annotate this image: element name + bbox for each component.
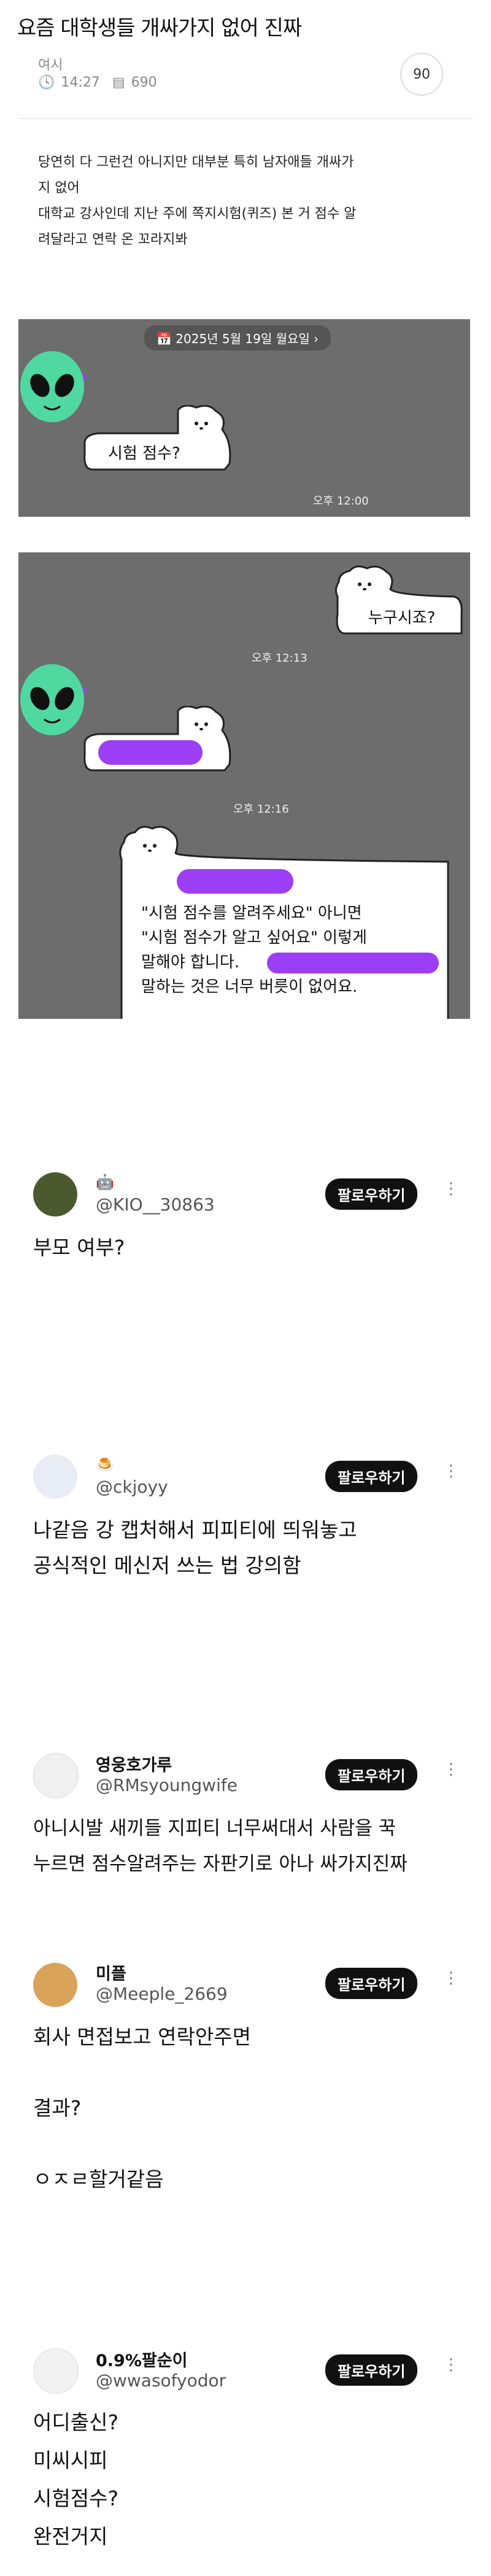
body-line-3: 대학교 강사인데 지난 주에 쪽지시험(퀴즈) 본 거 점수 알 xyxy=(38,206,357,222)
tweet-card: 영웅호가루 @RMsyoungwife 팔로우하기 ⋮ 아니시발 새끼들 지피티… xyxy=(0,1737,491,1921)
redaction-blur-3 xyxy=(267,953,439,973)
message-time-2: 오후 12:13 xyxy=(252,652,307,665)
tweet-display-name[interactable]: 영웅호가루 xyxy=(96,1752,172,1776)
tweet-handle[interactable]: @ckjoyy xyxy=(96,1477,168,1497)
comment-count: 90 xyxy=(413,66,430,82)
pudding-icon: 🍮 xyxy=(96,1456,114,1473)
avatar[interactable] xyxy=(33,1455,77,1499)
tweet-display-name[interactable]: 0.9%팔순이 xyxy=(96,2347,187,2371)
tweet-card: 0.9%팔순이 @wwasofyodor 팔로우하기 ⋮ 어디출신? 미씨시피 … xyxy=(0,2332,491,2576)
more-options-icon[interactable]: ⋮ xyxy=(443,1462,459,1480)
dog-bubble: 시험 점수? xyxy=(80,405,239,473)
tweet-card: 🤖 @KIO__30863 팔로우하기 ⋮ 부모 여부? xyxy=(0,1154,491,1326)
follow-button[interactable]: 팔로우하기 xyxy=(325,1178,418,1210)
avatar[interactable] xyxy=(33,1963,77,2007)
views-icon: ▤ xyxy=(112,75,125,90)
tweet-handle[interactable]: @Meeple_2669 xyxy=(96,1984,228,2004)
tweet-text-line: 누르면 점수알려주는 자판기로 아나 싸가지진짜 xyxy=(33,1853,408,1875)
tweet-text-line: 완전거지 xyxy=(33,2524,108,2548)
robot-icon: 🤖 xyxy=(96,1174,114,1191)
tweet-display-name[interactable]: 미플 xyxy=(96,1960,126,1984)
avatar[interactable] xyxy=(33,1753,79,1798)
tweet-card: 미플 @Meeple_2669 팔로우하기 ⋮ 회사 면접보고 연락안주면 결과… xyxy=(0,1946,491,2240)
tweet-text-line: 공식적인 메신저 쓰는 법 강의함 xyxy=(33,1553,301,1577)
date-pill: 📅 2025년 5월 19일 월요일 › xyxy=(144,325,331,350)
reply-line-2: "시험 점수가 알고 싶어요" 이렇게 xyxy=(141,929,367,947)
dog-bubble-redacted xyxy=(80,706,239,773)
chat-bubble-text-2: 누구시죠? xyxy=(368,609,436,627)
follow-button[interactable]: 팔로우하기 xyxy=(325,1759,418,1790)
post-author[interactable]: 여시 xyxy=(38,54,63,74)
chat-bubble-text: 시험 점수? xyxy=(108,444,180,463)
reply-line-3: 말해야 합니다. xyxy=(141,953,240,972)
body-line-1: 당연히 다 그런건 아니지만 대부분 특히 남자애들 개싸가 xyxy=(38,155,354,170)
comment-count-button[interactable]: 90 xyxy=(400,53,443,96)
tweet-handle[interactable]: @wwasofyodor xyxy=(96,2370,226,2391)
body-line-2: 지 없어 xyxy=(38,180,80,196)
dog-bubble-right: 누구시죠? xyxy=(331,565,466,638)
reply-text: "시험 점수를 알려주세요" 아니면 "시험 점수가 알고 싶어요" 이렇게 말… xyxy=(141,901,448,999)
tweet-text-line: 회사 면접보고 연락안주면 xyxy=(33,2025,251,2049)
post-meta: 🕓 14:27 ▤ 690 xyxy=(38,75,157,90)
follow-button[interactable]: 팔로우하기 xyxy=(325,1461,418,1492)
body-line-4: 려달라고 연락 온 꼬라지봐 xyxy=(38,232,188,247)
post-time: 14:27 xyxy=(61,75,100,90)
avatar[interactable] xyxy=(33,2348,79,2394)
message-time: 오후 12:00 xyxy=(313,495,369,508)
tweet-card: 🍮 @ckjoyy 팔로우하기 ⋮ 나같음 강 캡처해서 피피티에 띄워놓고 공… xyxy=(0,1436,491,1620)
message-time-3: 오후 12:16 xyxy=(233,803,289,816)
follow-button[interactable]: 팔로우하기 xyxy=(325,1968,418,1999)
tweet-text-line: 시험점수? xyxy=(33,2486,118,2510)
post-views: 690 xyxy=(131,75,157,90)
post-title: 요즘 대학생들 개싸가지 없어 진짜 xyxy=(17,16,302,41)
avatar[interactable] xyxy=(33,1172,77,1216)
more-options-icon[interactable]: ⋮ xyxy=(443,2356,459,2374)
tweet-text: 부모 여부? xyxy=(33,1236,125,1259)
clock-icon: 🕓 xyxy=(38,75,55,90)
redaction-blur-2 xyxy=(177,869,293,894)
tweet-text-line: 결과? xyxy=(33,2096,82,2120)
tweet-text-line: ㅇㅈㄹ할거같음 xyxy=(33,2167,164,2191)
reply-line-4: 말하는 것은 너무 버릇이 없어요. xyxy=(141,978,358,996)
tweet-handle[interactable]: @KIO__30863 xyxy=(96,1194,215,1215)
reply-line-1: "시험 점수를 알려주세요" 아니면 xyxy=(141,904,362,922)
chevron-right-icon: › xyxy=(309,331,319,346)
tweet-text-line: 나같음 강 캡처해서 피피티에 띄워놓고 xyxy=(33,1518,357,1542)
tweet-handle[interactable]: @RMsyoungwife xyxy=(96,1775,238,1795)
divider xyxy=(18,118,473,119)
date-label: 2025년 5월 19일 월요일 xyxy=(176,331,310,346)
tweet-text-line: 어디출신? xyxy=(33,2410,118,2434)
more-options-icon[interactable]: ⋮ xyxy=(443,1180,459,1198)
tweet-text-line: 아니시발 새끼들 지피티 너무써대서 사람을 꾹 xyxy=(33,1817,396,1839)
follow-button[interactable]: 팔로우하기 xyxy=(325,2354,418,2386)
tweet-text-line: 미씨시피 xyxy=(33,2448,108,2472)
chat-screenshot-2: 누구시죠? 오후 12:13 오후 12:16 "시험 점수를 알려주세요" 아… xyxy=(18,552,470,1019)
redaction-blur xyxy=(98,740,203,765)
dog-bubble-long: "시험 점수를 알려주세요" 아니면 "시험 점수가 알고 싶어요" 이렇게 말… xyxy=(117,822,460,1019)
more-options-icon[interactable]: ⋮ xyxy=(443,1969,459,1987)
calendar-icon: 📅 xyxy=(157,331,176,346)
chat-screenshot-1: 📅 2025년 5월 19일 월요일 › 시험 점수? 오후 12:00 xyxy=(18,319,470,517)
more-options-icon[interactable]: ⋮ xyxy=(443,1760,459,1779)
